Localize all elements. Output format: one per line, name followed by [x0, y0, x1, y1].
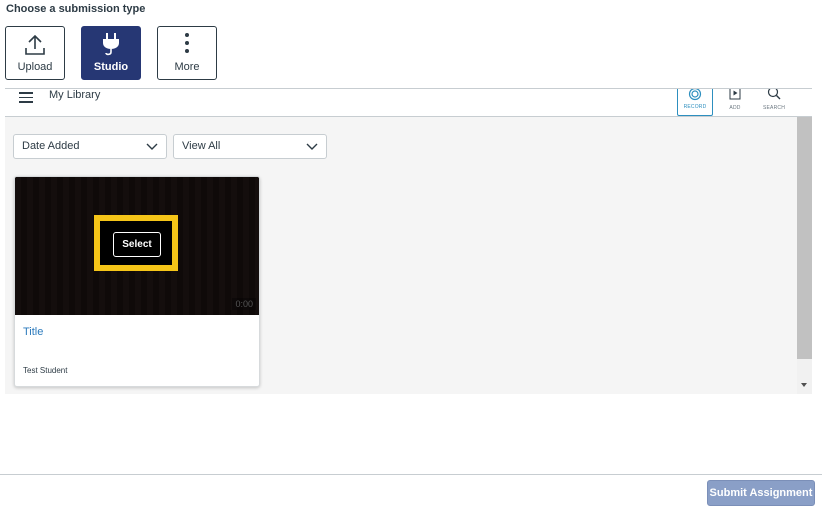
add-label: ADD: [729, 105, 741, 111]
sort-dropdown[interactable]: Date Added: [13, 134, 167, 159]
media-title[interactable]: Title: [23, 326, 43, 338]
record-label: RECORD: [683, 104, 707, 110]
plug-icon: [103, 33, 119, 56]
studio-frame: My Library RECORD ADD SEARCH Date Added: [5, 88, 812, 394]
more-type-label: More: [174, 61, 200, 73]
footer-divider: [0, 474, 822, 475]
search-button[interactable]: SEARCH: [756, 89, 792, 116]
menu-icon[interactable]: [19, 92, 33, 104]
studio-type-label: Studio: [93, 61, 129, 73]
scroll-down-arrow-icon[interactable]: [801, 383, 807, 387]
select-highlight: Select: [94, 215, 178, 271]
library-title: My Library: [49, 89, 101, 101]
record-icon: [688, 89, 702, 101]
chevron-down-icon: [306, 143, 318, 150]
select-button[interactable]: Select: [113, 232, 161, 257]
add-media-button[interactable]: ADD: [717, 89, 753, 116]
media-duration: 0:00: [232, 298, 256, 310]
upload-type-label: Upload: [17, 61, 53, 73]
submission-type-heading: Choose a submission type: [6, 3, 146, 15]
record-button[interactable]: RECORD: [677, 89, 713, 116]
upload-type-button[interactable]: Upload: [5, 26, 65, 80]
media-thumbnail[interactable]: Select 0:00: [15, 177, 259, 315]
submit-assignment-button[interactable]: Submit Assignment: [707, 480, 815, 506]
more-vertical-icon: [185, 33, 189, 53]
search-label: SEARCH: [762, 105, 786, 111]
scrollbar[interactable]: [797, 117, 812, 394]
sort-dropdown-value: Date Added: [22, 140, 80, 152]
upload-icon: [25, 34, 45, 55]
media-owner: Test Student: [23, 366, 68, 375]
more-type-button[interactable]: More: [157, 26, 217, 80]
chevron-down-icon: [146, 143, 158, 150]
scrollbar-thumb[interactable]: [797, 117, 812, 359]
media-card[interactable]: Select 0:00 Title Test Student: [14, 176, 260, 387]
studio-toolbar: My Library RECORD ADD SEARCH: [5, 89, 812, 117]
filter-dropdown-value: View All: [182, 140, 221, 152]
studio-type-button[interactable]: Studio: [81, 26, 141, 80]
add-media-icon: [729, 89, 741, 100]
search-icon: [767, 89, 781, 100]
filter-dropdown[interactable]: View All: [173, 134, 327, 159]
